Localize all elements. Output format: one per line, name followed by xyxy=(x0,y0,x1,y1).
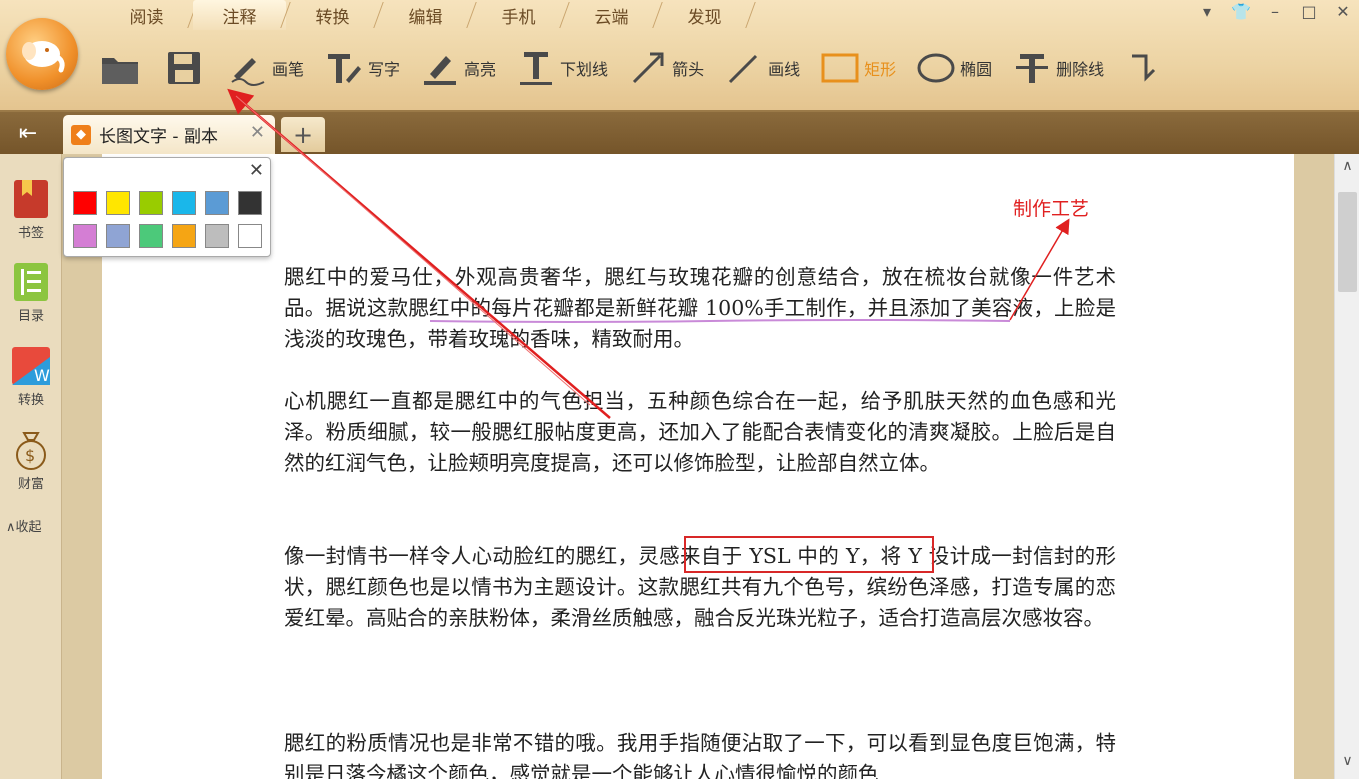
color-swatch[interactable] xyxy=(106,191,130,215)
folder-icon xyxy=(102,58,138,84)
tool-arrow[interactable]: 箭头 xyxy=(628,40,704,96)
skin-button[interactable]: 👕 xyxy=(1231,2,1251,21)
tool-underline-label: 下划线 xyxy=(560,60,609,79)
rectangle-icon xyxy=(821,53,859,83)
top-bar: 阅读 注释 转换 编辑 手机 云端 发现 ▾ 👕 – □ ✕ 画笔 写字 高亮 xyxy=(0,0,1359,112)
save-button[interactable] xyxy=(164,40,208,96)
svg-text:W: W xyxy=(34,366,50,385)
scroll-up-icon[interactable]: ∧ xyxy=(1335,158,1359,180)
menu-tab-mobile[interactable]: 手机 xyxy=(472,0,565,30)
tool-highlight[interactable]: 高亮 xyxy=(420,40,496,96)
toc-icon xyxy=(14,263,48,301)
document-tab[interactable]: ◆ 长图文字 - 副本 ✕ xyxy=(63,115,275,154)
annotation-text[interactable]: 制作工艺 xyxy=(1013,194,1089,221)
palette-close-button[interactable]: ✕ xyxy=(249,160,264,181)
save-icon xyxy=(168,52,200,84)
tool-pen[interactable]: 画笔 xyxy=(228,40,304,96)
add-tab-button[interactable]: + xyxy=(281,117,325,152)
color-swatch[interactable] xyxy=(73,191,97,215)
maximize-button[interactable]: □ xyxy=(1299,2,1319,21)
color-swatch[interactable] xyxy=(73,224,97,248)
underline-icon xyxy=(520,52,553,85)
tool-strikethrough[interactable]: 删除线 xyxy=(1012,40,1104,96)
tool-text[interactable]: 写字 xyxy=(324,40,400,96)
arrow-icon xyxy=(633,52,664,84)
menu-tab-convert[interactable]: 转换 xyxy=(286,0,379,30)
annotation-toolbar: 画笔 写字 高亮 下划线 箭头 画线 矩形 椭圆 删除线 xyxy=(100,40,1168,96)
tool-ellipse-label: 椭圆 xyxy=(960,60,993,79)
vertical-scrollbar[interactable]: ∧ ∨ xyxy=(1334,154,1359,779)
sidebar-item-wealth[interactable]: $ 财富 xyxy=(0,429,62,492)
back-button[interactable]: ⇤ xyxy=(0,112,56,154)
menu-tab-edit[interactable]: 编辑 xyxy=(379,0,472,30)
tool-ellipse[interactable]: 椭圆 xyxy=(916,40,992,96)
tool-more[interactable] xyxy=(1124,40,1168,96)
minimize-button[interactable]: – xyxy=(1265,2,1285,21)
bookmark-icon xyxy=(14,180,48,218)
menu-tab-discover[interactable]: 发现 xyxy=(658,0,751,30)
menu-tab-cloud[interactable]: 云端 xyxy=(565,0,658,30)
menu-tab-annotate[interactable]: 注释 xyxy=(193,0,286,30)
paragraph-2: 心机腮红一直都是腮红中的气色担当，五种颜色综合在一起，给予肌肤天然的血色感和光泽… xyxy=(284,389,1116,475)
paragraph-4: 腮红的粉质情况也是非常不错的哦。我用手指随便沾取了一下，可以看到显色度巨饱满，特… xyxy=(284,731,1116,779)
tool-rect-label: 矩形 xyxy=(864,60,897,79)
color-swatch[interactable] xyxy=(172,224,196,248)
tool-underline[interactable]: 下划线 xyxy=(516,40,608,96)
document-page[interactable]: 腮红中的爱马仕，外观高贵奢华，腮红与玫瑰花瓣的创意结合，放在梳妆台就像一件艺术品… xyxy=(102,154,1294,779)
tool-line-label: 画线 xyxy=(768,60,801,79)
highlight-icon xyxy=(424,56,457,85)
left-sidebar: 书签 目录 W 转换 $ 财富 ∧收起 xyxy=(0,154,62,779)
ellipse-icon xyxy=(917,53,955,83)
sidebar-item-bookmark[interactable]: 书签 xyxy=(0,178,62,241)
tool-pen-label: 画笔 xyxy=(272,60,305,79)
tool-arrow-label: 箭头 xyxy=(672,60,705,79)
paragraph-1: 腮红中的爱马仕，外观高贵奢华，腮红与玫瑰花瓣的创意结合，放在梳妆台就像一件艺术品… xyxy=(284,265,1116,351)
sidebar-item-toc[interactable]: 目录 xyxy=(0,261,62,324)
scroll-down-icon[interactable]: ∨ xyxy=(1335,753,1359,775)
document-tab-strip: ⇤ ◆ 长图文字 - 副本 ✕ + xyxy=(0,112,1359,154)
dropdown-menu-button[interactable]: ▾ xyxy=(1197,2,1217,21)
sidebar-label-convert: 转换 xyxy=(17,393,44,408)
tool-line[interactable]: 画线 xyxy=(724,40,800,96)
svg-text:$: $ xyxy=(25,446,35,465)
app-logo[interactable] xyxy=(6,18,78,90)
more-tools-icon xyxy=(1132,54,1156,82)
close-tab-button[interactable]: ✕ xyxy=(250,122,265,143)
scroll-thumb[interactable] xyxy=(1338,192,1357,292)
pdf-file-icon: ◆ xyxy=(71,124,91,145)
pdf-to-word-icon: W xyxy=(12,347,50,385)
elephant-logo-icon xyxy=(22,41,65,73)
open-folder-button[interactable] xyxy=(100,40,144,96)
menu-tabs: 阅读 注释 转换 编辑 手机 云端 发现 xyxy=(100,0,751,30)
tool-highlight-label: 高亮 xyxy=(464,60,497,79)
sidebar-label-bookmark: 书签 xyxy=(17,226,44,241)
color-swatch[interactable] xyxy=(205,191,229,215)
sidebar-collapse-button[interactable]: ∧收起 xyxy=(6,516,42,535)
document-tab-title: 长图文字 - 副本 xyxy=(99,127,218,147)
color-swatch[interactable] xyxy=(172,191,196,215)
menu-tab-read[interactable]: 阅读 xyxy=(100,0,193,30)
strikethrough-icon xyxy=(1016,54,1049,83)
color-swatch[interactable] xyxy=(139,224,163,248)
text-tool-icon xyxy=(328,54,362,83)
tool-strikethrough-label: 删除线 xyxy=(1056,60,1105,79)
color-palette-popup: ✕ xyxy=(63,157,271,257)
color-swatch[interactable] xyxy=(106,224,130,248)
line-icon xyxy=(729,54,758,84)
tool-rect[interactable]: 矩形 xyxy=(820,40,896,96)
money-bag-icon: $ xyxy=(16,432,46,470)
pen-icon xyxy=(231,58,265,86)
sidebar-item-convert[interactable]: W 转换 xyxy=(0,345,62,408)
color-swatch[interactable] xyxy=(205,224,229,248)
color-swatch[interactable] xyxy=(238,191,262,215)
back-arrow-icon: ⇤ xyxy=(18,120,38,146)
color-swatch[interactable] xyxy=(238,224,262,248)
color-swatch[interactable] xyxy=(139,191,163,215)
rectangle-annotation[interactable] xyxy=(684,536,934,573)
close-window-button[interactable]: ✕ xyxy=(1333,2,1353,21)
sidebar-label-toc: 目录 xyxy=(17,309,44,324)
sidebar-label-wealth: 财富 xyxy=(17,477,44,492)
tool-text-label: 写字 xyxy=(368,60,401,79)
window-controls: ▾ 👕 – □ ✕ xyxy=(1197,2,1353,21)
